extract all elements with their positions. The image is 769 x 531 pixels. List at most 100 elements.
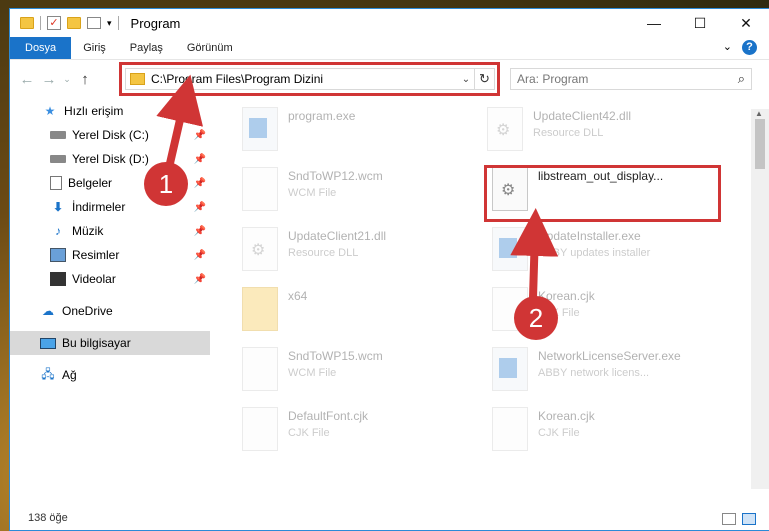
pin-icon[interactable]: 📌 [194, 130, 206, 141]
file-item[interactable]: SndToWP12.wcm WCM File [242, 167, 482, 223]
chevron-down-icon[interactable]: ▾ [107, 18, 112, 29]
file-type: Resource DLL [288, 247, 359, 259]
file-item[interactable]: Korean.cjk CJK File [492, 407, 732, 463]
pictures-icon [50, 248, 66, 262]
up-arrow-icon[interactable]: ↑ [74, 71, 96, 88]
details-view-icon[interactable] [722, 513, 736, 525]
network-icon: 🖧 [41, 366, 55, 381]
explorer-window: ✓ ▾ Program — ☐ ✕ Dosya Giriş Paylaş Gör… [9, 8, 769, 531]
computer-icon [40, 337, 56, 349]
file-name: Korean.cjk [538, 409, 595, 423]
sidebar-item-label: Videolar [72, 272, 116, 286]
file-item[interactable]: UpdateClient21.dll Resource DLL [242, 227, 482, 283]
disk-icon [50, 131, 66, 139]
pin-icon[interactable]: 📌 [194, 274, 206, 285]
annotation-badge-two: 2 [514, 296, 558, 340]
minimize-button[interactable]: — [631, 9, 677, 37]
sidebar-item-label: Yerel Disk (C:) [72, 128, 149, 142]
file-type: CJK File [288, 427, 330, 439]
sidebar-item-music[interactable]: ♪ Müzik 📌 [10, 219, 210, 243]
close-button[interactable]: ✕ [723, 9, 769, 37]
back-arrow-icon[interactable]: ← [16, 71, 38, 88]
file-item[interactable]: UpdateClient42.dll Resource DLL [487, 107, 727, 163]
file-type: Resource DLL [533, 127, 604, 139]
folder-icon [242, 287, 278, 331]
file-item[interactable]: program.exe [242, 107, 482, 163]
document-file-icon [492, 407, 528, 451]
file-highlight-box [484, 165, 721, 222]
large-icons-view-icon[interactable] [742, 513, 756, 525]
file-name: SndToWP15.wcm [288, 349, 383, 363]
address-row: ← → ⌄ ↑ C:\Program Files\Program Dizini … [10, 59, 769, 99]
videos-icon [50, 272, 66, 286]
window-controls: — ☐ ✕ [631, 9, 769, 37]
file-type: WCM File [288, 187, 337, 199]
file-item[interactable]: DefaultFont.cjk CJK File [242, 407, 482, 463]
file-name: UpdateClient21.dll [288, 229, 387, 243]
new-folder-icon[interactable] [67, 17, 81, 29]
sidebar-item-pictures[interactable]: Resimler 📌 [10, 243, 210, 267]
pin-icon[interactable]: 📌 [194, 154, 206, 165]
file-type: WCM File [288, 367, 337, 379]
sidebar-item-label: Bu bilgisayar [62, 336, 131, 350]
navigation-pane: ★ Hızlı erişim Yerel Disk (C:) 📌 Yerel D… [10, 99, 210, 499]
tab-view[interactable]: Görünüm [175, 37, 245, 59]
download-icon: ⬇ [52, 200, 64, 214]
maximize-button[interactable]: ☐ [677, 9, 723, 37]
scroll-up-icon[interactable]: ▲ [755, 109, 763, 118]
sidebar-item-quick-access[interactable]: ★ Hızlı erişim [10, 99, 210, 123]
toolbar-separator [40, 16, 41, 30]
sidebar-item-this-pc[interactable]: Bu bilgisayar [10, 331, 210, 355]
sidebar-item-label: Yerel Disk (D:) [72, 152, 149, 166]
folder-icon [20, 17, 34, 29]
quick-access-toolbar: ✓ ▾ Program [10, 16, 180, 31]
file-item[interactable]: x64 [242, 287, 482, 343]
search-input[interactable]: Ara: Program ⌕ [510, 68, 752, 90]
pin-icon[interactable]: 📌 [194, 178, 206, 189]
sidebar-item-local-disk-c[interactable]: Yerel Disk (C:) 📌 [10, 123, 210, 147]
exe-file-icon [492, 227, 528, 271]
document-file-icon [242, 167, 278, 211]
forward-arrow-icon[interactable]: → [38, 71, 60, 88]
ribbon-tabs: Dosya Giriş Paylaş Görünüm ⌄ ? [10, 37, 769, 59]
tab-file[interactable]: Dosya [10, 37, 72, 59]
tab-share[interactable]: Paylaş [118, 37, 175, 59]
item-count: 138 öğe [28, 512, 68, 524]
file-list: program.exe UpdateClient42.dll Resource … [212, 99, 767, 499]
exe-file-icon [242, 107, 278, 151]
sidebar-item-label: Resimler [72, 248, 120, 262]
help-icon[interactable]: ? [742, 40, 757, 55]
expand-ribbon-icon[interactable]: ⌄ [723, 40, 732, 55]
pin-icon[interactable]: 📌 [194, 226, 206, 237]
file-item[interactable]: SndToWP15.wcm WCM File [242, 347, 482, 403]
sidebar-item-label: Belgeler [68, 176, 113, 190]
sidebar-item-label: Ağ [62, 368, 77, 382]
document-file-icon [242, 347, 278, 391]
scrollbar-thumb[interactable] [755, 119, 765, 169]
status-bar: 138 öğe [10, 506, 769, 530]
tab-home[interactable]: Giriş [71, 37, 118, 59]
window-title: Program [130, 15, 181, 31]
exe-file-icon [492, 347, 528, 391]
customize-toolbar-icon[interactable] [87, 17, 101, 29]
file-name: UpdateClient42.dll [533, 109, 632, 123]
sidebar-item-onedrive[interactable]: ☁ OneDrive [10, 299, 210, 323]
sidebar-item-network[interactable]: 🖧 Ağ [10, 363, 210, 387]
file-type: CJK File [538, 427, 580, 439]
search-icon[interactable]: ⌕ [738, 71, 745, 87]
search-placeholder: Ara: Program [517, 72, 589, 86]
sidebar-item-videos[interactable]: Videolar 📌 [10, 267, 210, 291]
file-name: DefaultFont.cjk [288, 409, 369, 423]
vertical-scrollbar[interactable]: ▲ [751, 109, 769, 489]
file-item[interactable]: UpdateInstaller.exe ABBY updates install… [492, 227, 732, 283]
file-name: program.exe [288, 109, 356, 123]
pin-icon[interactable]: 📌 [194, 202, 206, 213]
properties-check-icon[interactable]: ✓ [47, 16, 61, 30]
dll-file-icon [487, 107, 523, 151]
pin-icon[interactable]: 📌 [194, 250, 206, 261]
document-file-icon [242, 407, 278, 451]
file-item[interactable]: NetworkLicenseServer.exe ABBY network li… [492, 347, 732, 403]
file-name: SndToWP12.wcm [288, 169, 383, 183]
recent-locations-chevron-icon[interactable]: ⌄ [60, 74, 74, 85]
disk-icon [50, 155, 66, 163]
